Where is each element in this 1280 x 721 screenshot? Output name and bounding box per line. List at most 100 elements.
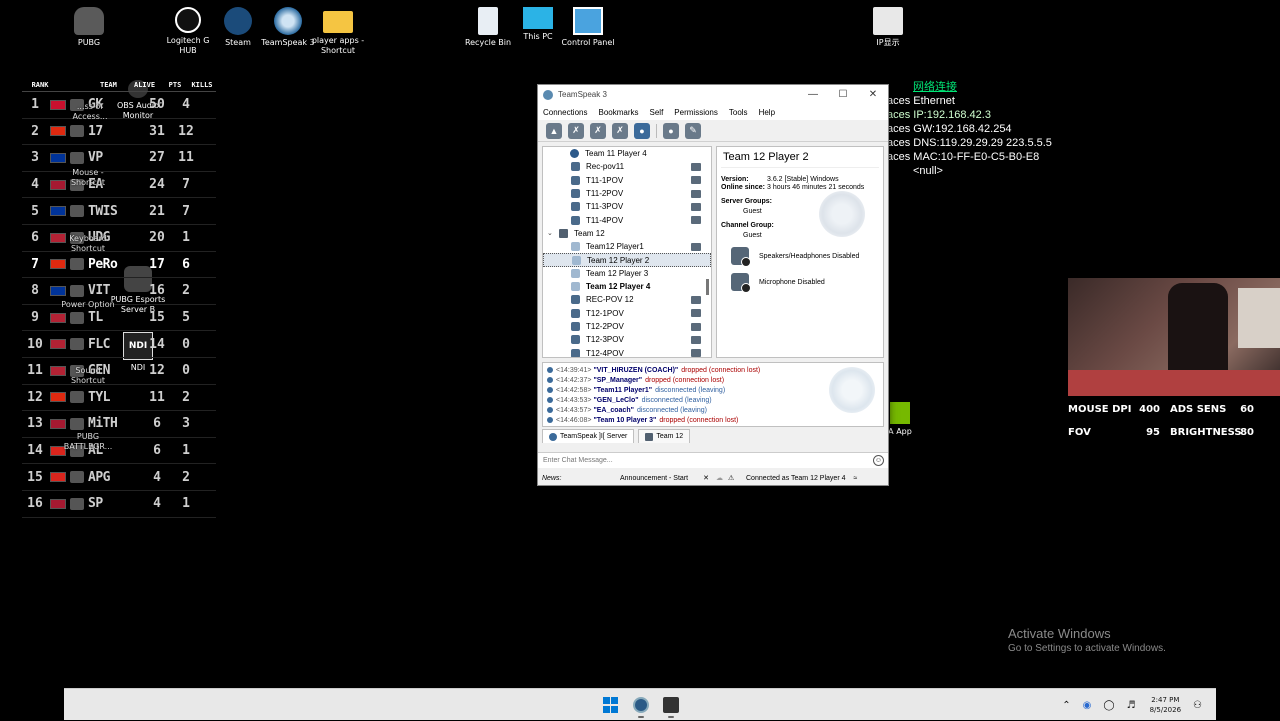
tab-channel[interactable]: Team 12 [638, 429, 691, 443]
info-icon [547, 417, 553, 423]
menu-self[interactable]: Self [650, 108, 664, 117]
server-log: <14:39:41> "VIT_HIRUZEN (COACH)" dropped (… [542, 362, 884, 427]
taskbar-app-icon[interactable] [663, 697, 679, 713]
network-icon[interactable]: ◯ [1103, 700, 1114, 711]
tree-client[interactable]: Rec-pov11 [543, 160, 711, 173]
log-time: <14:43:57> [556, 406, 592, 414]
shortcut-pubg-battlegrounds[interactable]: PUBG BATTLEGR... [58, 432, 118, 452]
shortcut-sound[interactable]: Sound Shortcut [58, 366, 118, 386]
cloud-icon[interactable]: ☁ [716, 474, 728, 482]
log-client[interactable]: "EA_coach" [593, 407, 634, 414]
tree-client[interactable]: T11-4POV [543, 213, 711, 226]
taskbar: ⌃ ◉ ◯ ♬ 2:47 PM 8/5/2026 ⚇ [64, 688, 1216, 720]
tree-client[interactable]: T12-2POV [543, 320, 711, 333]
menu-help[interactable]: Help [759, 108, 775, 117]
menu-connections[interactable]: Connections [543, 108, 587, 117]
chat-input[interactable]: Enter Chat Message... ☺ [538, 452, 888, 468]
control-panel-icon [573, 7, 603, 35]
leaderboard-row: 15 APG 4 2 [22, 464, 216, 491]
log-client[interactable]: "GEN_LeClo" [593, 397, 638, 404]
log-client[interactable]: "Team 10 Player 3" [593, 417, 656, 424]
tree-client[interactable]: Team 12 Player 2 [543, 253, 711, 267]
menu-tools[interactable]: Tools [729, 108, 748, 117]
microphone-icon[interactable]: ◉ [1083, 700, 1092, 711]
tree-label: Team 11 Player 4 [585, 149, 647, 159]
clock[interactable]: 2:47 PM 8/5/2026 [1150, 695, 1181, 715]
tree-label: T11-2POV [586, 189, 624, 199]
shortcut-power-option[interactable]: Power Option [58, 300, 118, 310]
news-announcement[interactable]: Announcement - Start [620, 475, 696, 482]
tree-client[interactable]: T12-3POV [543, 333, 711, 346]
mute-speaker-icon[interactable]: ✗ [590, 122, 606, 139]
version-label: Version: [721, 176, 749, 183]
title-bar[interactable]: TeamSpeak 3 — ☐ ✕ [538, 85, 888, 104]
desktop-icon-player-apps[interactable]: player apps - Shortcut [308, 7, 368, 56]
tree-client[interactable]: REC-POV 12 [543, 293, 711, 306]
tree-channel[interactable]: ⌄ Team 12 [543, 227, 711, 240]
shortcut-mouse[interactable]: Mouse - Shortcut [58, 168, 118, 188]
whisper-icon[interactable]: ✎ [685, 122, 701, 139]
kills: 4 [182, 97, 190, 113]
minimize-button[interactable]: — [798, 89, 828, 100]
tree-scrollbar[interactable] [706, 279, 709, 295]
tree-client[interactable]: Team 12 Player 4 [543, 280, 711, 293]
taskbar-teamspeak-icon[interactable] [633, 697, 649, 713]
tree-client[interactable]: T11-1POV [543, 174, 711, 187]
desktop-icon-ip-display[interactable]: IP显示 [858, 7, 918, 48]
chevron-up-icon[interactable]: ⌃ [1062, 700, 1070, 711]
contacts-icon[interactable]: ● [663, 122, 679, 139]
warning-icon[interactable]: ⚠ [728, 474, 742, 482]
teamspeak-watermark-icon [819, 191, 865, 237]
client-flag-icon [691, 189, 701, 198]
tree-client[interactable]: Team 12 Player 3 [543, 267, 711, 280]
log-client[interactable]: "Team11 Player1" [593, 387, 652, 394]
channel-tree: Team 11 Player 4 Rec-pov11 T11-1POV T11-2PO… [542, 146, 712, 358]
client-flag-icon [691, 202, 701, 211]
log-time: <14:46:08> [556, 416, 592, 424]
tree-client[interactable]: T12-1POV [543, 307, 711, 320]
away-icon[interactable]: ✗ [612, 122, 628, 139]
leaderboard-row: 11 GEN 12 0 [22, 358, 216, 385]
chevron-down-icon[interactable]: ⌄ [547, 229, 559, 237]
tab-server[interactable]: TeamSpeak ]I[ Server [542, 429, 635, 443]
chat-icon[interactable]: ● [634, 122, 650, 139]
kills: 5 [182, 310, 190, 326]
log-entry: <14:46:08> "Team 10 Player 3" dropped (con… [547, 415, 879, 425]
tree-client[interactable]: T11-2POV [543, 187, 711, 200]
tree-label: Team 12 Player 4 [586, 282, 651, 292]
header-team: TEAM [100, 80, 117, 89]
close-news-icon[interactable]: ✕ [696, 474, 716, 482]
speakers-status: Speakers/Headphones Disabled [731, 247, 879, 267]
points: 20 [149, 230, 165, 246]
network-title[interactable]: 网络连接 [913, 80, 1052, 94]
tree-client[interactable]: Team12 Player1 [543, 240, 711, 253]
start-button[interactable] [603, 697, 619, 713]
webcam-desk [1068, 370, 1280, 396]
client-flag-icon [691, 349, 701, 357]
desktop-icon-pubg[interactable]: PUBG [59, 7, 119, 48]
emoji-icon[interactable]: ☺ [873, 455, 884, 466]
team-logo-icon [70, 471, 84, 484]
brightness-value: 80 [1240, 427, 1254, 438]
teamspeak-watermark-icon [829, 367, 875, 413]
shortcut-keyboard[interactable]: Keyboard Shortcut [58, 234, 118, 254]
tree-client[interactable]: T12-4POV [543, 346, 711, 357]
notification-icon[interactable]: ⚇ [1193, 700, 1202, 711]
menu-bookmarks[interactable]: Bookmarks [598, 108, 638, 117]
connect-icon[interactable]: ▲ [546, 122, 562, 139]
kills: 12 [178, 123, 194, 139]
team-name: VIT [88, 283, 110, 299]
rank: 16 [27, 496, 43, 512]
disconnect-icon[interactable]: ✗ [568, 122, 584, 139]
tree-client[interactable]: T11-3POV [543, 200, 711, 213]
close-button[interactable]: ✕ [858, 89, 888, 100]
shortcut-access[interactable]: ...ss of Access... [60, 102, 120, 122]
volume-icon[interactable]: ♬ [1127, 700, 1136, 711]
desktop-icon-control-panel[interactable]: Control Panel [558, 7, 618, 48]
log-client[interactable]: "VIT_HIRUZEN (COACH)" [593, 367, 678, 374]
menu-permissions[interactable]: Permissions [674, 108, 718, 117]
maximize-button[interactable]: ☐ [828, 89, 858, 100]
system-tray: ⌃ ◉ ◯ ♬ 2:47 PM 8/5/2026 ⚇ [1050, 689, 1202, 721]
tree-client[interactable]: Team 11 Player 4 [543, 147, 711, 160]
log-client[interactable]: "SP_Manager" [593, 377, 642, 384]
